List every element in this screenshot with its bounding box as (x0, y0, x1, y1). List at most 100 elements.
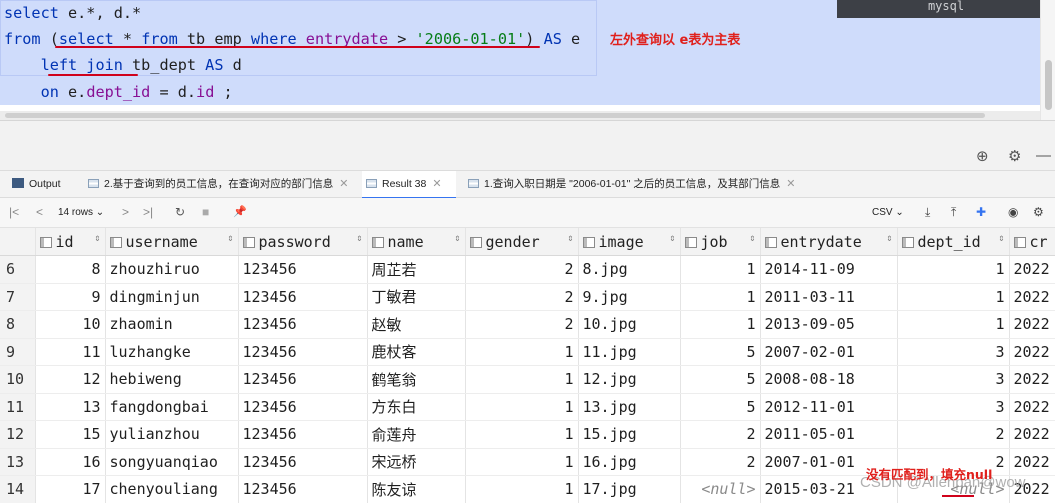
column-header-password[interactable]: password ⇕ (238, 228, 368, 256)
cell-password[interactable]: 123456 (238, 475, 368, 503)
cell-username[interactable]: dingminjun (105, 283, 239, 311)
sort-icon[interactable]: ⇕ (567, 233, 573, 244)
export-format-dropdown[interactable]: CSV ⌄ (872, 207, 904, 218)
cell-image[interactable]: 17.jpg (578, 475, 681, 503)
cell-dept-id[interactable]: 3 (897, 365, 1010, 394)
cell-image[interactable]: 15.jpg (578, 420, 681, 449)
cell-image[interactable]: 12.jpg (578, 365, 681, 394)
cell-entrydate[interactable]: 2008-08-18 (760, 365, 898, 394)
row-number[interactable]: 9 (0, 338, 36, 366)
cell-password[interactable]: 123456 (238, 283, 368, 311)
rows-count-dropdown[interactable]: 14 rows ⌄ (58, 207, 104, 218)
sort-icon[interactable]: ⇕ (94, 233, 100, 244)
table-row[interactable]: 11 13 fangdongbai 123456 方东白 1 13.jpg 5 2012-11-… (0, 393, 1055, 421)
column-header-cr[interactable]: cr (1009, 228, 1055, 256)
cell-username[interactable]: chenyouliang (105, 475, 239, 503)
cell-id[interactable]: 15 (35, 420, 106, 449)
cell-dept-id[interactable]: 2 (897, 420, 1010, 449)
cell-id[interactable]: 9 (35, 283, 106, 311)
cell-password[interactable]: 123456 (238, 310, 368, 339)
cell-gender[interactable]: 1 (465, 393, 579, 421)
cell-gender[interactable]: 1 (465, 338, 579, 366)
sort-icon[interactable]: ⇕ (998, 233, 1004, 244)
cell-username[interactable]: hebiweng (105, 365, 239, 394)
cell-image[interactable]: 16.jpg (578, 448, 681, 476)
cell-dept-id[interactable]: 3 (897, 338, 1010, 366)
sort-icon[interactable]: ⇕ (669, 233, 675, 244)
sort-icon[interactable]: ⇕ (356, 233, 362, 244)
row-number[interactable]: 7 (0, 283, 36, 311)
table-row[interactable]: 8 10 zhaomin 123456 赵敏 2 10.jpg 1 2013-09-05 1 202… (0, 310, 1055, 339)
cell-gender[interactable]: 1 (465, 420, 579, 449)
cell-job[interactable]: 5 (680, 393, 761, 421)
row-number[interactable]: 10 (0, 365, 36, 394)
tab-result-38[interactable]: Result 38 ✕ (362, 171, 456, 199)
cell-job[interactable]: <null> (680, 475, 761, 503)
cell-dept-id[interactable]: 3 (897, 393, 1010, 421)
cell-entrydate[interactable]: 2014-11-09 (760, 255, 898, 284)
cell-entrydate[interactable]: 2013-09-05 (760, 310, 898, 339)
sort-icon[interactable]: ⇕ (749, 233, 755, 244)
cell-id[interactable]: 11 (35, 338, 106, 366)
close-icon[interactable]: ✕ (786, 178, 795, 190)
column-header-username[interactable]: username ⇕ (105, 228, 239, 256)
cell-gender[interactable]: 2 (465, 255, 579, 284)
cell-id[interactable]: 16 (35, 448, 106, 476)
cell-name[interactable]: 俞莲舟 (367, 420, 466, 449)
row-number[interactable]: 8 (0, 310, 36, 339)
sort-icon[interactable]: ⇕ (886, 233, 892, 244)
row-number[interactable]: 13 (0, 448, 36, 476)
first-page-icon[interactable]: |< (9, 205, 19, 219)
sql-line-4[interactable]: on e.dept_id = d.id ; (4, 79, 233, 105)
cell-job[interactable]: 5 (680, 338, 761, 366)
cell-entrydate[interactable]: 2011-05-01 (760, 420, 898, 449)
pin-icon[interactable]: 📌 (233, 205, 247, 218)
result-grid[interactable]: id ⇕ username ⇕ password ⇕ name ⇕ gender ⇕ im… (0, 228, 1055, 503)
cell-image[interactable]: 10.jpg (578, 310, 681, 339)
cell-name[interactable]: 宋远桥 (367, 448, 466, 476)
row-number[interactable]: 6 (0, 255, 36, 284)
cell-username[interactable]: zhouzhiruo (105, 255, 239, 284)
last-page-icon[interactable]: >| (143, 205, 153, 219)
cell-cr[interactable]: 2022 (1009, 338, 1055, 366)
row-number[interactable]: 11 (0, 393, 36, 421)
column-header-job[interactable]: job ⇕ (680, 228, 761, 256)
column-header-gender[interactable]: gender ⇕ (465, 228, 579, 256)
cell-cr[interactable]: 2022 (1009, 393, 1055, 421)
column-header-dept-id[interactable]: dept_id ⇕ (897, 228, 1010, 256)
cell-name[interactable]: 鹤笔翁 (367, 365, 466, 394)
sql-line-1[interactable]: select e.*, d.* (4, 0, 141, 26)
cell-name[interactable]: 丁敏君 (367, 283, 466, 311)
cell-username[interactable]: zhaomin (105, 310, 239, 339)
cell-gender[interactable]: 1 (465, 365, 579, 394)
cell-gender[interactable]: 2 (465, 283, 579, 311)
cell-username[interactable]: yulianzhou (105, 420, 239, 449)
cell-id[interactable]: 8 (35, 255, 106, 284)
cell-image[interactable]: 13.jpg (578, 393, 681, 421)
cell-password[interactable]: 123456 (238, 365, 368, 394)
tab-output[interactable]: Output (8, 171, 88, 198)
cell-cr[interactable]: 2022 (1009, 420, 1055, 449)
cell-entrydate[interactable]: 2011-03-11 (760, 283, 898, 311)
close-icon[interactable]: ✕ (339, 178, 348, 190)
horizontal-scrollbar[interactable] (0, 111, 1040, 120)
cell-dept-id[interactable]: 1 (897, 283, 1010, 311)
tab-result-employees[interactable]: 1.查询入职日期是 "2006-01-01" 之后的员工信息，及其部门信息 ✕ (464, 171, 808, 198)
upload-icon[interactable]: ⤒ (951, 205, 956, 220)
download-icon[interactable]: ⤓ (925, 205, 930, 220)
cell-job[interactable]: 2 (680, 448, 761, 476)
cell-id[interactable]: 12 (35, 365, 106, 394)
cell-dept-id[interactable]: 1 (897, 255, 1010, 284)
refresh-icon[interactable]: ↻ (175, 205, 185, 219)
settings-icon[interactable]: ⚙ (1033, 205, 1044, 219)
cell-id[interactable]: 10 (35, 310, 106, 339)
next-page-icon[interactable]: > (122, 205, 129, 219)
cell-id[interactable]: 13 (35, 393, 106, 421)
cell-name[interactable]: 周芷若 (367, 255, 466, 284)
minimize-icon[interactable]: — (1036, 147, 1051, 164)
globe-icon[interactable]: ⊕ (976, 147, 989, 165)
sort-icon[interactable]: ⇕ (454, 233, 460, 244)
cell-password[interactable]: 123456 (238, 448, 368, 476)
table-row[interactable]: 6 8 zhouzhiruo 123456 周芷若 2 8.jpg 1 2014-11-09 1 2… (0, 255, 1055, 284)
row-number[interactable]: 14 (0, 475, 36, 503)
